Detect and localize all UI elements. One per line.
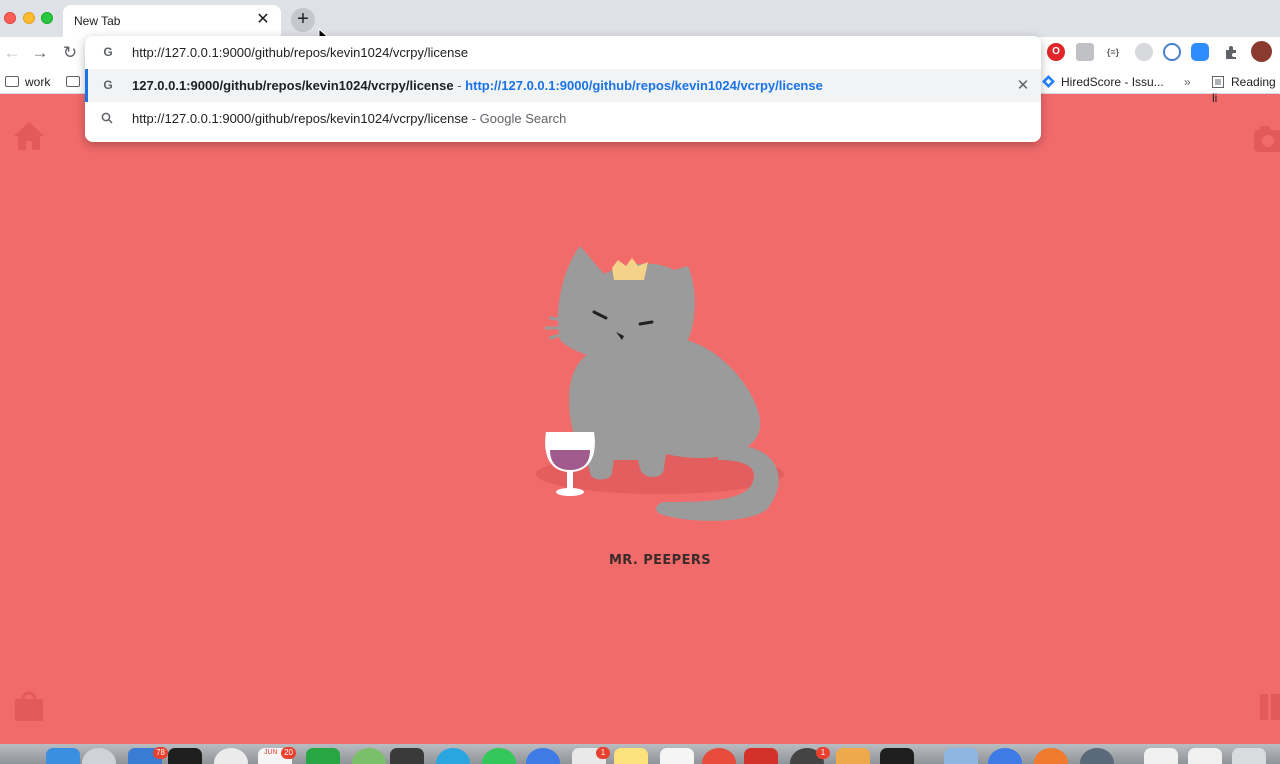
suggestion-separator: -	[457, 78, 462, 93]
downloads-dock-icon[interactable]	[1080, 748, 1114, 764]
json-extension-icon[interactable]: {≡}	[1104, 43, 1122, 61]
fullscreen-window-button[interactable]	[41, 12, 53, 24]
pocket-extension-icon[interactable]	[1135, 43, 1153, 61]
gift-icon[interactable]	[1260, 688, 1280, 722]
suggestion-text: http://127.0.0.1:9000/github/repos/kevin…	[132, 111, 566, 126]
document-dock-icon[interactable]	[1144, 748, 1178, 764]
bookmarks-overflow-button[interactable]: »	[1184, 74, 1191, 90]
bookmark-hiredscore-label: HiredScore - Issu...	[1061, 75, 1164, 89]
xcode-dock-icon[interactable]	[436, 748, 470, 764]
bookmark-work[interactable]: work	[5, 74, 50, 90]
mongodb-dock-icon[interactable]	[352, 748, 386, 764]
pages-dock-icon[interactable]	[660, 748, 694, 764]
omnibox-dropdown: G http://127.0.0.1:9000/github/repos/kev…	[85, 36, 1041, 142]
remove-suggestion-icon[interactable]: ✕	[1013, 76, 1033, 96]
clock-badge: 1	[816, 747, 830, 759]
reload-button[interactable]: ↻	[58, 41, 82, 65]
folder-icon	[5, 76, 19, 87]
omnibox-suggestion-url[interactable]: G 127.0.0.1:9000/github/repos/kevin1024/…	[85, 69, 1041, 102]
finder-dock-icon[interactable]	[46, 748, 80, 764]
pycharm-dock-icon[interactable]	[306, 748, 340, 764]
camera-extension-icon[interactable]	[1076, 43, 1094, 61]
suggestion-suffix: Google Search	[479, 111, 567, 126]
forward-button[interactable]: →	[28, 41, 52, 65]
tab-close-icon[interactable]: ✕	[254, 11, 272, 29]
tab-strip: New Tab ✕ +	[0, 0, 1280, 44]
clock-dock-icon[interactable]: 1	[790, 747, 830, 764]
document-dock-icon[interactable]	[1188, 748, 1222, 764]
character-name: MR. PEEPERS	[608, 553, 712, 568]
omnibox-input-row[interactable]: G http://127.0.0.1:9000/github/repos/kev…	[85, 36, 1041, 69]
reading-list-icon	[1212, 76, 1224, 88]
mail-badge: 78	[153, 747, 168, 759]
textmate-dock-icon[interactable]	[390, 748, 424, 764]
bookmark-work-label: work	[25, 75, 51, 89]
suggestion-url: http://127.0.0.1:9000/github/repos/kevin…	[465, 78, 823, 93]
home-icon[interactable]	[13, 121, 45, 151]
calendar-dock-icon[interactable]: JUN 20	[258, 747, 296, 764]
close-window-button[interactable]	[4, 12, 16, 24]
suggestion-text: 127.0.0.1:9000/github/repos/kevin1024/vc…	[132, 78, 823, 93]
jira-icon	[1042, 75, 1055, 88]
omnibox-suggestion-search[interactable]: http://127.0.0.1:9000/github/repos/kevin…	[85, 102, 1041, 135]
firefox-dock-icon[interactable]	[1034, 748, 1068, 764]
folder-icon	[66, 76, 80, 87]
shopping-bag-icon[interactable]	[14, 689, 44, 722]
trash-dock-icon[interactable]	[1232, 748, 1266, 764]
search-icon	[101, 112, 113, 124]
notes-dock-icon[interactable]	[614, 748, 648, 764]
calendar-month: JUN	[264, 749, 278, 756]
console-dock-icon[interactable]	[880, 748, 914, 764]
browser-tab[interactable]: New Tab ✕	[63, 5, 281, 37]
opera-extension-icon[interactable]: O	[1047, 43, 1065, 61]
calendar-badge: 20	[281, 747, 296, 759]
clockwise-extension-icon[interactable]	[1163, 43, 1181, 61]
music-dock-icon[interactable]	[214, 748, 248, 764]
safari-dock-icon[interactable]	[82, 748, 116, 764]
minimize-window-button[interactable]	[23, 12, 35, 24]
back-button[interactable]: ←	[0, 41, 24, 65]
suggestion-query: http://127.0.0.1:9000/github/repos/kevin…	[132, 111, 469, 126]
camera-icon[interactable]	[1254, 124, 1280, 154]
google-icon: G	[103, 78, 113, 92]
terminal-dock-icon[interactable]	[168, 748, 202, 764]
profile-avatar[interactable]	[1251, 41, 1272, 62]
cat-illustration	[536, 246, 784, 521]
suggestion-title: 127.0.0.1:9000/github/repos/kevin1024/vc…	[132, 78, 454, 93]
mail-dock-icon[interactable]: 78	[128, 747, 168, 764]
sketch-dock-icon[interactable]	[836, 748, 870, 764]
zoom-dock-icon[interactable]	[988, 748, 1022, 764]
extensions-puzzle-icon[interactable]	[1223, 44, 1239, 60]
reminders-badge: 1	[596, 747, 610, 759]
signal-dock-icon[interactable]	[526, 748, 560, 764]
google-icon: G	[103, 45, 113, 59]
reminders-dock-icon[interactable]: 1	[572, 747, 610, 764]
bookmark-folder[interactable]	[66, 74, 86, 90]
macos-dock: 78 JUN 20 1 1	[0, 744, 1280, 764]
vivaldi-dock-icon[interactable]	[702, 748, 736, 764]
zoom-extension-icon[interactable]	[1191, 43, 1209, 61]
omnibox-input[interactable]: http://127.0.0.1:9000/github/repos/kevin…	[132, 45, 468, 60]
whatsapp-dock-icon[interactable]	[482, 748, 516, 764]
preview-dock-icon[interactable]	[944, 748, 978, 764]
new-tab-button[interactable]: +	[291, 8, 315, 32]
bookmark-hiredscore[interactable]: HiredScore - Issu...	[1042, 74, 1164, 90]
suggestion-separator: -	[471, 111, 477, 126]
reading-list-button[interactable]: Reading li	[1212, 74, 1280, 105]
stack-dock-icon[interactable]	[744, 748, 778, 764]
tab-title: New Tab	[74, 14, 121, 28]
